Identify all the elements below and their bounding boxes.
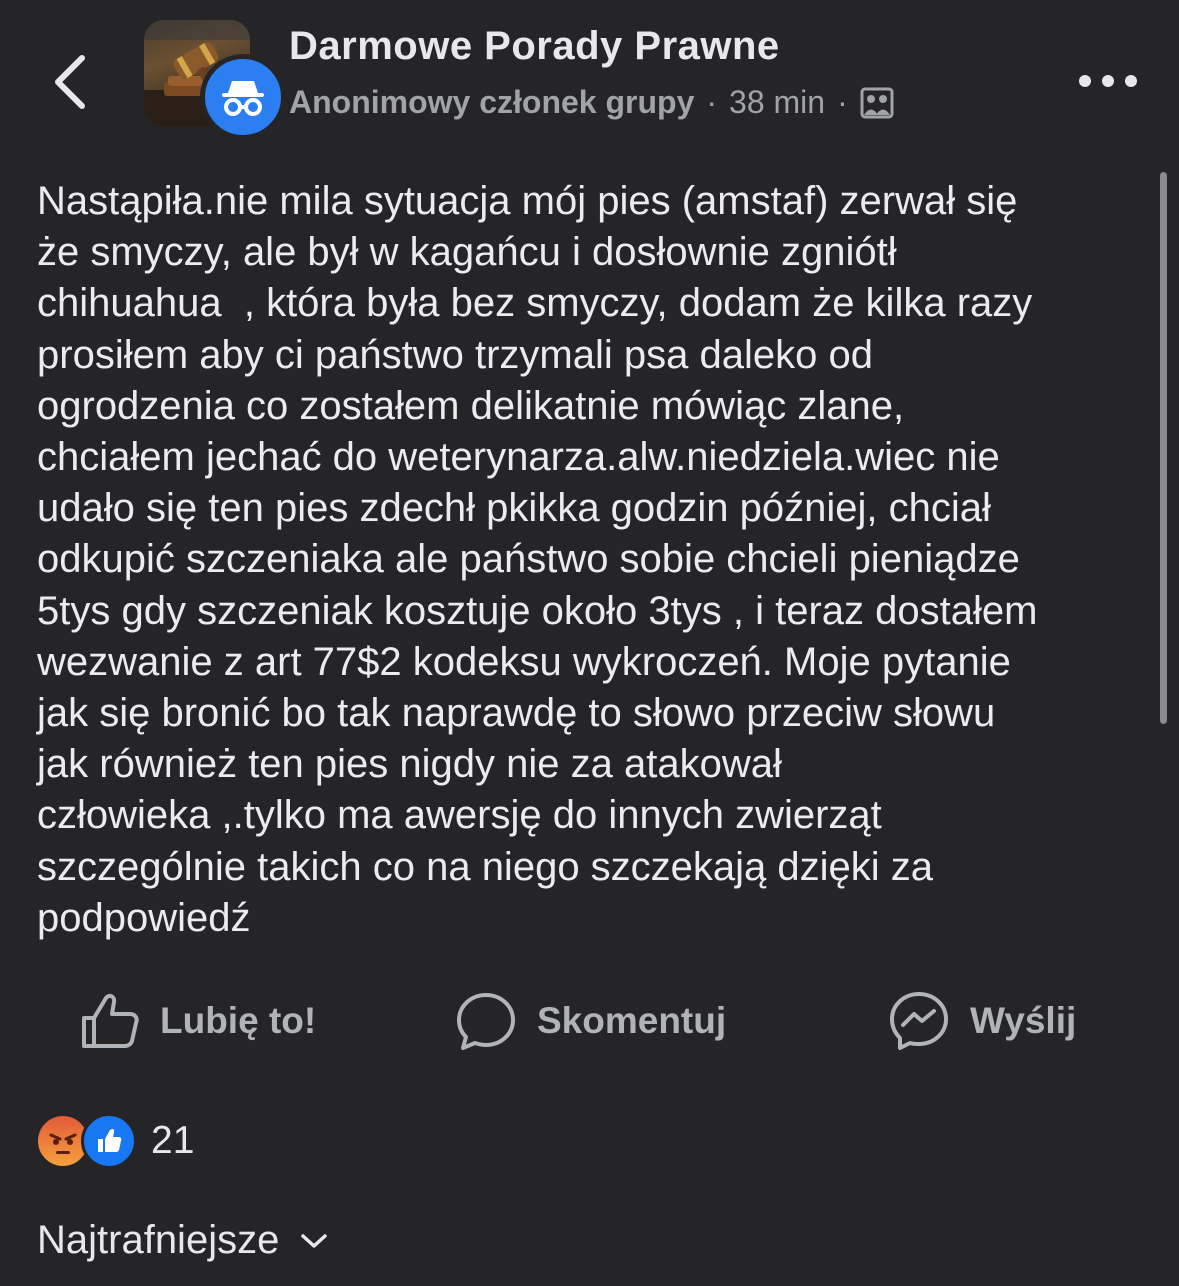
separator-dot: · bbox=[706, 84, 718, 120]
more-options-button[interactable] bbox=[1076, 66, 1140, 96]
comment-sort-dropdown[interactable]: Najtrafniejsze bbox=[37, 1218, 329, 1263]
reactions-summary[interactable]: 21 bbox=[35, 1113, 195, 1169]
reaction-count: 21 bbox=[151, 1119, 195, 1162]
messenger-icon bbox=[890, 992, 948, 1050]
chevron-down-icon bbox=[301, 1233, 328, 1248]
more-horizontal-icon bbox=[1079, 75, 1137, 87]
send-button[interactable]: Wyślij bbox=[888, 988, 1076, 1054]
thumbs-up-icon bbox=[82, 993, 139, 1048]
scrollbar[interactable] bbox=[1160, 172, 1167, 724]
author-name[interactable]: Anonimowy członek grupy bbox=[289, 84, 694, 121]
anonymous-member-badge bbox=[200, 54, 286, 140]
like-label: Lubię to! bbox=[160, 1000, 317, 1041]
separator-dot: · bbox=[837, 84, 848, 120]
group-icon bbox=[860, 87, 894, 118]
back-button[interactable] bbox=[48, 50, 98, 114]
like-reaction-icon bbox=[81, 1113, 137, 1169]
like-button[interactable]: Lubię to! bbox=[78, 988, 316, 1054]
comment-icon bbox=[457, 993, 515, 1050]
sort-label: Najtrafniejsze bbox=[37, 1218, 280, 1262]
group-name[interactable]: Darmowe Porady Prawne bbox=[289, 24, 780, 69]
comment-label: Skomentuj bbox=[537, 1000, 727, 1041]
comment-button[interactable]: Skomentuj bbox=[455, 988, 726, 1054]
post-meta: Anonimowy członek grupy · 38 min · bbox=[289, 84, 894, 121]
send-label: Wyślij bbox=[970, 1000, 1077, 1041]
incognito-icon bbox=[222, 81, 264, 116]
group-avatar[interactable] bbox=[144, 20, 286, 140]
chevron-left-icon bbox=[55, 55, 85, 109]
post-text: Nastąpiła.nie mila sytuacja mój pies (am… bbox=[37, 179, 1038, 940]
post-time[interactable]: 38 min bbox=[729, 84, 825, 121]
